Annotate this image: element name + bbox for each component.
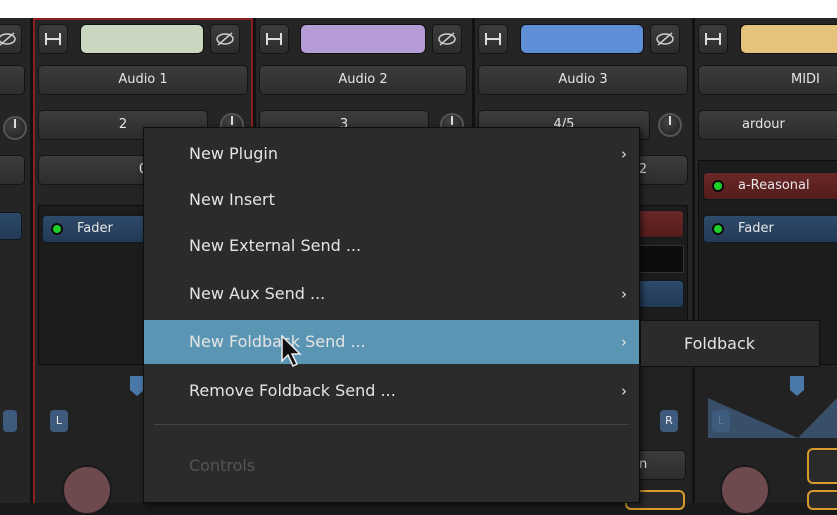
menu-item-label: Remove Foldback Send ...	[189, 381, 396, 400]
trim-knob[interactable]	[658, 113, 682, 137]
top-edge	[0, 0, 837, 18]
processor-label: a-Reasonal	[738, 178, 810, 193]
pan-knob[interactable]	[720, 465, 770, 515]
fader-processor[interactable]: Fader	[703, 215, 837, 243]
width-toggle-icon[interactable]	[698, 24, 728, 54]
width-toggle-icon[interactable]	[478, 24, 508, 54]
led-icon[interactable]	[712, 180, 724, 192]
hide-icon[interactable]	[0, 24, 22, 54]
submenu-item-foldback[interactable]: Foldback	[641, 321, 819, 366]
foldback-submenu: Foldback	[640, 320, 820, 367]
strip-name-button-partial[interactable]	[0, 65, 25, 95]
menu-item-new-foldback-send[interactable]: New Foldback Send ... ›	[144, 320, 639, 364]
hide-icon[interactable]	[210, 24, 240, 54]
strip-color-bar[interactable]	[300, 24, 426, 54]
pan-left-label: L	[50, 410, 68, 432]
strip-name-label: MIDI	[791, 72, 820, 87]
context-menu: New Plugin › New Insert New External Sen…	[143, 127, 640, 503]
orange-button-2[interactable]	[807, 490, 837, 510]
pan-right-box-partial	[3, 410, 17, 432]
pan-knob[interactable]	[62, 465, 112, 515]
menu-item-new-insert[interactable]: New Insert	[144, 178, 639, 222]
menu-item-new-external-send[interactable]: New External Send ...	[144, 224, 639, 268]
plugin-a-reasonable[interactable]: a-Reasonal	[703, 172, 837, 200]
strip-name-button[interactable]: Audio 2	[259, 65, 467, 95]
hide-icon[interactable]	[650, 24, 680, 54]
mouse-cursor-icon	[281, 335, 302, 368]
processor-label: Fader	[738, 221, 774, 236]
pan-right-label: R	[660, 410, 678, 432]
menu-separator	[154, 424, 629, 425]
led-icon[interactable]	[51, 223, 63, 235]
menu-item-label: New Foldback Send ...	[189, 332, 366, 351]
strip-color-bar[interactable]	[80, 24, 204, 54]
fader-processor[interactable]: Fader	[42, 215, 152, 243]
submenu-item-label: Foldback	[684, 334, 756, 353]
submenu-arrow-icon: ›	[621, 333, 627, 351]
menu-item-label: New Aux Send ...	[189, 284, 326, 303]
submenu-arrow-icon: ›	[621, 285, 627, 303]
menu-item-label: New External Send ...	[189, 236, 362, 255]
strip-color-bar[interactable]	[520, 24, 644, 54]
menu-item-new-aux-send[interactable]: New Aux Send ... ›	[144, 272, 639, 316]
menu-item-label: New Insert	[189, 190, 275, 209]
hide-icon[interactable]	[432, 24, 462, 54]
submenu-arrow-icon: ›	[621, 382, 627, 400]
menu-item-label: New Plugin	[189, 144, 278, 163]
input-button[interactable]: ardour	[698, 110, 837, 140]
menu-item-controls: Controls	[144, 444, 639, 488]
menu-item-remove-foldback-send[interactable]: Remove Foldback Send ... ›	[144, 369, 639, 413]
strip-name-button[interactable]: MIDI	[698, 65, 837, 95]
width-shape-icon	[708, 398, 837, 438]
width-toggle-icon[interactable]	[38, 24, 68, 54]
strip-color-bar[interactable]	[740, 24, 837, 54]
menu-item-new-plugin[interactable]: New Plugin ›	[144, 132, 639, 176]
processor-partial[interactable]	[0, 212, 22, 240]
processor-label: Fader	[77, 221, 113, 236]
orange-button[interactable]	[807, 448, 837, 484]
submenu-arrow-icon: ›	[621, 145, 627, 163]
width-toggle-icon[interactable]	[259, 24, 289, 54]
strip-name-button[interactable]: Audio 1	[38, 65, 248, 95]
trim-knob[interactable]	[3, 116, 27, 140]
strip-name-button[interactable]: Audio 3	[478, 65, 688, 95]
output-button-partial[interactable]	[0, 155, 25, 185]
led-icon[interactable]	[712, 223, 724, 235]
menu-item-label: Controls	[189, 456, 256, 475]
